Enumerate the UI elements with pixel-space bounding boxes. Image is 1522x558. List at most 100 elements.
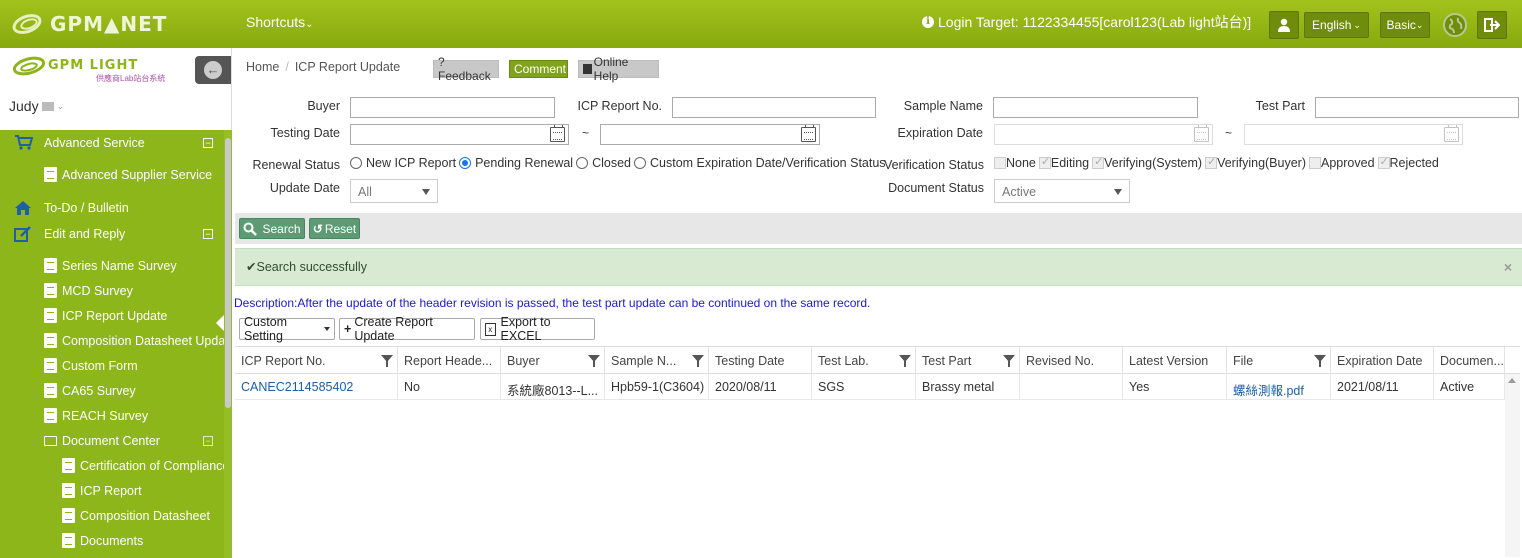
filter-icon[interactable] [692,355,704,367]
search-icon [243,222,258,236]
menu-edit-and-reply[interactable]: Edit and Reply − [0,221,224,246]
filter-icon[interactable] [588,355,600,367]
menu-label: Advanced Service [44,135,145,150]
document-status-select[interactable]: Active [994,179,1130,203]
column-header[interactable]: Sample N... [605,347,709,374]
collapse-sidebar-button[interactable]: ← [195,56,231,84]
report-table: ICP Report No. Report Heade... Buyer Sam… [235,346,1520,558]
calendar-icon[interactable] [550,125,565,142]
language-selector[interactable]: English ⌄ [1304,12,1369,38]
column-header[interactable]: ICP Report No. [235,347,398,374]
checkbox-editing[interactable] [1038,155,1051,169]
table-scrollbar[interactable] [1505,374,1520,557]
feedback-button[interactable]: ?Feedback [433,55,499,83]
globe-icon[interactable] [1443,13,1467,37]
filter-icon[interactable] [1003,355,1015,367]
table-cell [1020,374,1123,400]
collapse-toggle-icon[interactable]: − [203,435,213,446]
icp-report-no-input[interactable] [672,97,876,118]
buyer-input[interactable] [350,97,555,118]
menu-advanced-service[interactable]: Advanced Service − [0,130,224,155]
radio-pending-renewal[interactable] [459,157,472,169]
success-alert: ✔Search successfully × [235,248,1522,286]
testing-date-to-input[interactable] [600,124,820,145]
custom-setting-dropdown[interactable]: Custom Setting [239,315,335,343]
calendar-icon[interactable] [801,125,816,142]
gpmnet-logo[interactable]: GPM▲NET [9,9,167,39]
update-date-select[interactable]: All [350,179,438,203]
close-icon[interactable]: × [1504,259,1512,275]
menu-composition-datasheet-update[interactable]: Composition Datasheet Update [0,328,224,353]
sample-name-input[interactable] [993,97,1198,118]
menu-icp-report-update[interactable]: ICP Report Update [0,303,224,328]
column-header[interactable]: Testing Date [709,347,812,374]
sidebar-scrollbar-thumb[interactable] [225,138,231,408]
checkbox-rejected[interactable] [1377,155,1390,169]
comment-button[interactable]: Comment [509,60,568,78]
menu-documents[interactable]: Documents [0,528,224,553]
menu-todo-bulletin[interactable]: To-Do / Bulletin [0,195,224,220]
radio-new-icp-report[interactable] [350,157,362,169]
filter-icon[interactable] [899,355,911,367]
calendar-icon[interactable] [1444,125,1459,142]
radio-custom-expiration[interactable] [634,157,647,169]
logo-subtext: 供應商Lab站台系統 [96,74,166,83]
column-header[interactable]: Report Heade... [398,347,501,374]
create-report-update-button[interactable]: + Create Report Update [339,315,475,343]
column-header[interactable]: Test Part [916,347,1020,374]
collapse-toggle-icon[interactable]: − [203,137,213,148]
search-button[interactable]: Search [239,218,305,239]
mode-selector[interactable]: Basic ⌄ [1380,12,1430,38]
reset-button[interactable]: ↺ Reset [309,218,360,239]
side-menu: Advanced Service − Advanced Supplier Ser… [0,130,232,558]
column-header[interactable]: Expiration Date [1331,347,1434,374]
menu-mcd-survey[interactable]: MCD Survey [0,278,224,303]
collapse-toggle-icon[interactable]: − [203,228,213,239]
expiration-date-from-input[interactable] [994,124,1213,145]
column-header[interactable]: Buyer [501,347,605,374]
shortcuts-menu[interactable]: Shortcuts⌄ [246,14,314,30]
online-help-button[interactable]: Online Help [578,55,659,83]
user-profile-button[interactable] [1269,11,1299,39]
calendar-icon[interactable] [1194,125,1209,142]
filter-icon[interactable] [1314,355,1326,367]
column-header[interactable]: File [1227,347,1331,374]
scroll-up-icon[interactable] [1508,378,1516,383]
menu-series-name-survey[interactable]: Series Name Survey [0,253,224,278]
checkbox-approved[interactable] [1309,157,1322,169]
radio-closed[interactable] [576,157,589,169]
chevron-down-icon: ⌄ [56,100,65,111]
column-title: Latest Version [1129,354,1209,368]
column-header[interactable]: Documen... [1434,347,1505,374]
checkbox-none[interactable] [994,157,1006,169]
menu-composition-datasheet[interactable]: Composition Datasheet [0,503,224,528]
test-part-input[interactable] [1315,97,1519,118]
checkbox-verifying-system[interactable] [1092,155,1105,169]
column-header[interactable]: Latest Version [1123,347,1227,374]
logout-button[interactable] [1477,11,1507,39]
cart-icon [15,134,33,150]
icp-report-no-link[interactable]: CANEC2114585402 [235,374,398,400]
radio-label: Closed [592,156,632,170]
file-link[interactable]: 螺絲測報.pdf [1227,374,1331,400]
radio-label: New ICP Report [366,156,457,170]
column-header[interactable]: Revised No. [1020,347,1123,374]
menu-document-center[interactable]: Document Center − [0,428,224,453]
menu-reach-survey[interactable]: REACH Survey [0,403,224,428]
table-cell: 系統廠8013--L... [501,374,605,400]
testing-date-from-input[interactable] [350,124,569,145]
menu-certification-of-compliance[interactable]: Certification of Compliance [0,453,229,478]
checkbox-verifying-buyer[interactable] [1205,155,1218,169]
user-icon [1278,18,1290,32]
export-excel-button[interactable]: x Export to EXCEL [480,315,595,343]
menu-ca65-survey[interactable]: CA65 Survey [0,378,224,403]
expiration-date-to-input[interactable] [1244,124,1463,145]
breadcrumb-home[interactable]: Home [246,60,279,74]
menu-icp-report[interactable]: ICP Report [0,478,224,503]
user-menu[interactable]: Judy ⌄ [9,98,64,114]
folder-icon [44,435,57,446]
filter-icon[interactable] [381,355,393,367]
column-header[interactable]: Test Lab. [812,347,916,374]
menu-advanced-supplier-service[interactable]: Advanced Supplier Service [0,162,224,187]
menu-custom-form[interactable]: Custom Form [0,353,224,378]
